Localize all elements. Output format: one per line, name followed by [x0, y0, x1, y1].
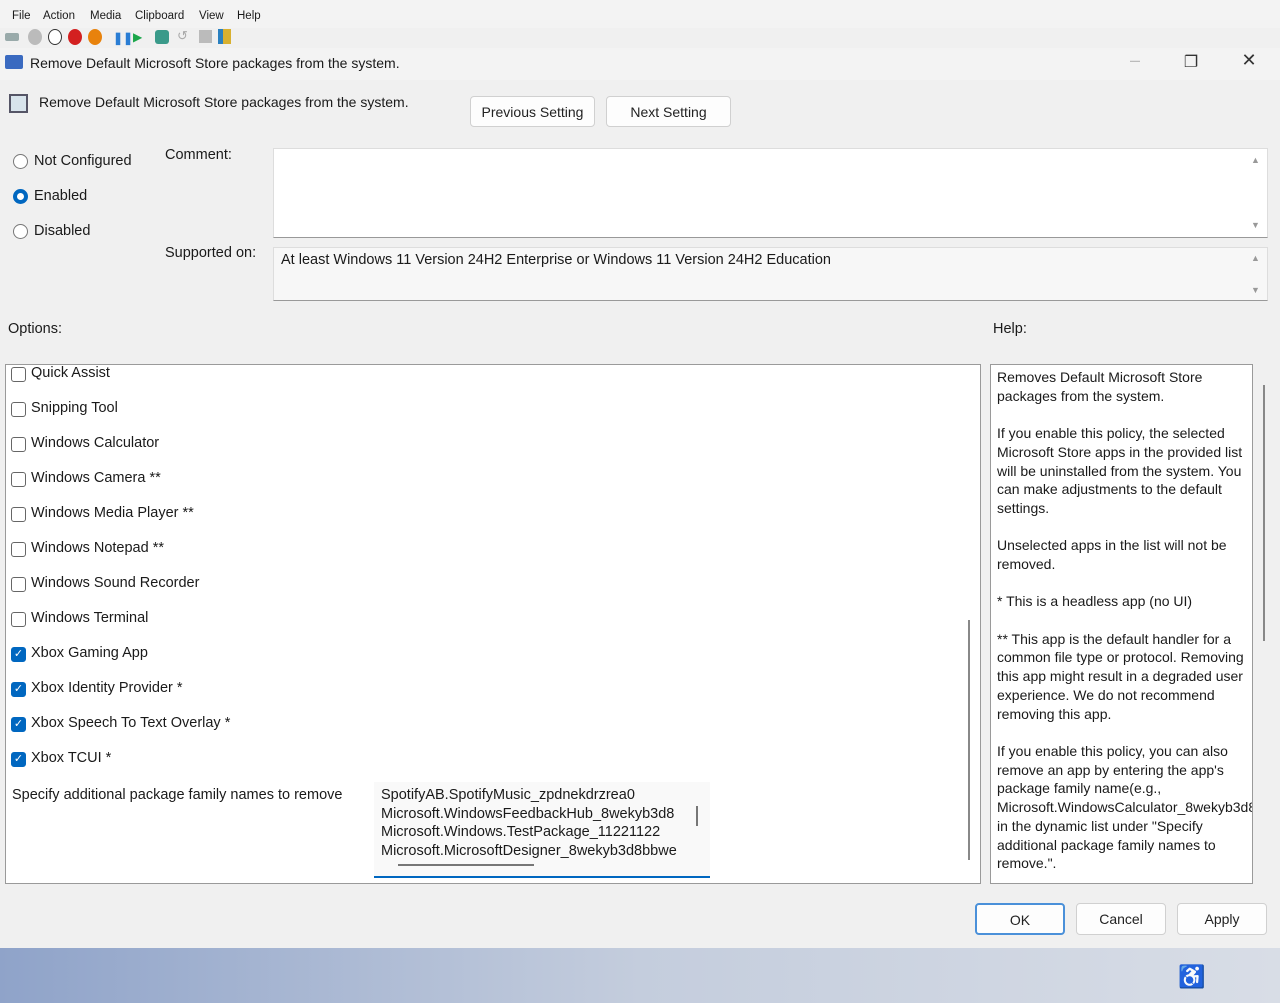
help-scrollbar[interactable] [1263, 385, 1265, 641]
menu-view[interactable]: View [199, 10, 224, 22]
policy-app-icon [5, 55, 23, 69]
app-label: Xbox Identity Provider * [31, 680, 183, 696]
package-line: Microsoft.WindowsFeedbackHub_8wekyb3d8 [381, 805, 675, 822]
help-text: If you enable this policy, you can also … [997, 742, 1252, 872]
revert-icon[interactable]: ↺ [177, 28, 188, 44]
app-checkbox[interactable] [11, 367, 26, 382]
next-setting-button[interactable]: Next Setting [606, 96, 731, 127]
ctrl-alt-del-icon[interactable] [5, 33, 19, 41]
menu-action[interactable]: Action [43, 10, 75, 22]
app-checkbox[interactable] [11, 402, 26, 417]
radio-label-enabled: Enabled [34, 188, 88, 204]
start-icon[interactable] [28, 29, 42, 45]
setting-title: Remove Default Microsoft Store packages … [39, 94, 409, 110]
radio-label-not-configured: Not Configured [34, 153, 132, 169]
ok-button[interactable]: OK [975, 903, 1065, 935]
help-text: * This is a headless app (no UI) [997, 593, 1193, 610]
package-line: SpotifyAB.SpotifyMusic_zpdnekdrzrea0 [381, 787, 635, 803]
scroll-down-icon[interactable]: ▼ [1251, 220, 1260, 230]
additional-packages-field[interactable]: SpotifyAB.SpotifyMusic_zpdnekdrzrea0 Mic… [374, 782, 710, 878]
desktop-background [0, 948, 1280, 1003]
enhanced-session-icon[interactable] [199, 30, 212, 43]
policy-setting-icon [9, 94, 28, 113]
restore-button[interactable]: ❐ [1176, 52, 1206, 72]
close-button[interactable]: ✕ [1234, 50, 1264, 71]
help-text: Removes Default Microsoft Store packages… [997, 369, 1203, 404]
options-scrollbar[interactable] [968, 620, 970, 860]
package-line: Microsoft.Windows.TestPackage_11221122 [381, 824, 661, 841]
additional-packages-label: Specify additional package family names … [12, 787, 343, 803]
scroll-up-icon[interactable]: ▲ [1251, 253, 1260, 263]
app-label: Xbox TCUI * [31, 750, 112, 766]
app-checkbox[interactable]: ✓ [11, 682, 26, 697]
checkpoint-icon[interactable] [155, 30, 169, 44]
app-checkbox[interactable] [11, 437, 26, 452]
pause-icon[interactable]: ❚❚ [113, 31, 133, 45]
help-text: If you enable this policy, the selected … [997, 425, 1243, 516]
share-icon[interactable] [218, 29, 231, 44]
radio-disabled[interactable] [13, 224, 28, 239]
comment-label: Comment: [165, 147, 232, 163]
supported-on-label: Supported on: [165, 245, 257, 261]
help-text: ** This app is the default handler for a… [997, 630, 1244, 722]
app-label: Windows Terminal [31, 610, 149, 626]
app-label: Windows Notepad ** [31, 540, 164, 556]
app-checkbox[interactable] [11, 507, 26, 522]
app-checkbox[interactable] [11, 472, 26, 487]
menu-clipboard[interactable]: Clipboard [135, 10, 184, 22]
field-vertical-scrollbar[interactable] [696, 806, 698, 826]
menu-help[interactable]: Help [237, 10, 261, 22]
shutdown-icon[interactable] [68, 29, 82, 45]
options-label: Options: [8, 321, 62, 337]
scroll-down-icon[interactable]: ▼ [1251, 285, 1260, 295]
field-horizontal-scrollbar[interactable] [398, 864, 534, 866]
accessibility-icon[interactable]: ♿ [1178, 964, 1205, 990]
stop-icon[interactable] [48, 29, 62, 45]
scroll-up-icon[interactable]: ▲ [1251, 155, 1260, 165]
package-line: Microsoft.MicrosoftDesigner_8wekyb3d8bbw… [381, 842, 677, 858]
app-checkbox[interactable]: ✓ [11, 647, 26, 662]
app-label: Windows Calculator [31, 435, 160, 451]
app-label: Windows Sound Recorder [31, 575, 200, 591]
help-panel: Removes Default Microsoft Store packages… [990, 364, 1253, 884]
minimize-button[interactable]: – [1120, 50, 1150, 71]
comment-field[interactable] [273, 148, 1268, 238]
supported-on-field: At least Windows 11 Version 24H2 Enterpr… [273, 247, 1268, 301]
app-checkbox[interactable]: ✓ [11, 717, 26, 732]
help-label: Help: [993, 321, 1027, 337]
cancel-button[interactable]: Cancel [1076, 903, 1166, 935]
app-label: Xbox Speech To Text Overlay * [31, 715, 231, 731]
radio-enabled[interactable] [13, 189, 28, 204]
radio-label-disabled: Disabled [34, 223, 91, 239]
menu-bar [0, 0, 1280, 28]
app-label: Quick Assist [31, 365, 110, 381]
app-checkbox[interactable] [11, 542, 26, 557]
apply-button[interactable]: Apply [1177, 903, 1267, 935]
radio-not-configured[interactable] [13, 154, 28, 169]
previous-setting-button[interactable]: Previous Setting [470, 96, 595, 127]
app-checkbox[interactable] [11, 612, 26, 627]
app-label: Windows Media Player ** [31, 505, 194, 521]
menu-media[interactable]: Media [90, 10, 121, 22]
window-title: Remove Default Microsoft Store packages … [30, 55, 400, 71]
power-icon[interactable] [88, 29, 102, 45]
menu-file[interactable]: File [12, 10, 31, 22]
app-checkbox[interactable]: ✓ [11, 752, 26, 767]
app-label: Windows Camera ** [31, 470, 161, 486]
resume-icon[interactable]: ▶ [133, 30, 142, 44]
help-text: Unselected apps in the list will not be … [997, 537, 1227, 572]
app-label: Snipping Tool [31, 400, 118, 416]
app-checkbox[interactable] [11, 577, 26, 592]
app-label: Xbox Gaming App [31, 645, 148, 661]
